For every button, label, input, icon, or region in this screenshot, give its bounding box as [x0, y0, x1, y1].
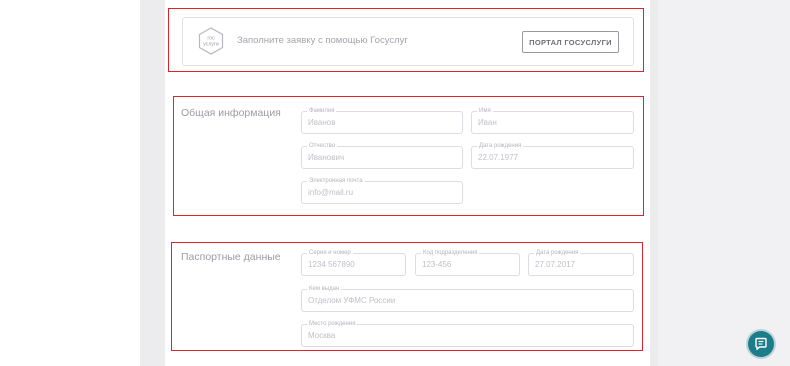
gosuslugi-logo-text-bottom: услуги [203, 42, 219, 48]
passport-title: Паспортные данные [181, 251, 281, 263]
birth-date-label: Дата рождения [477, 142, 524, 150]
issued-by-placeholder: Отделом УФМС России [308, 296, 396, 305]
division-code-label: Код подразделения [421, 249, 480, 257]
birth-date-field[interactable]: Дата рождения 22.07.1977 [471, 142, 634, 169]
first-name-field[interactable]: Имя Иван [471, 107, 634, 134]
last-name-placeholder: Иванов [308, 118, 336, 127]
patronymic-label: Отчество [307, 142, 338, 150]
left-gutter [140, 0, 165, 366]
issue-date-label: Дата рождения [534, 249, 581, 257]
birth-date-placeholder: 22.07.1977 [478, 153, 519, 162]
series-number-label: Серия и номер [307, 249, 353, 257]
last-name-label: Фамилия [307, 107, 337, 115]
gosuslugi-prompt: Заполните заявку с помощью Госуслуг [237, 35, 408, 46]
gosuslugi-portal-button[interactable]: ПОРТАЛ ГОСУСЛУГИ [522, 31, 619, 53]
gosuslugi-logo-icon: гос услуги [198, 27, 224, 55]
series-number-placeholder: 1234 567890 [308, 260, 355, 269]
general-info-title: Общая информация [181, 107, 281, 119]
series-number-field[interactable]: Серия и номер 1234 567890 [301, 249, 406, 276]
email-placeholder: info@mail.ru [308, 188, 354, 197]
email-label: Электронная почта [307, 177, 365, 185]
division-code-field[interactable]: Код подразделения 123-456 [415, 249, 520, 276]
issued-by-label: Кем выдан [307, 285, 342, 293]
email-field[interactable]: Электронная почта info@mail.ru [301, 177, 463, 204]
issued-by-field[interactable]: Кем выдан Отделом УФМС России [301, 285, 634, 312]
last-name-field[interactable]: Фамилия Иванов [301, 107, 463, 134]
chat-button[interactable] [748, 331, 774, 357]
issue-date-placeholder: 27.07.2017 [535, 260, 576, 269]
first-name-placeholder: Иван [478, 118, 497, 127]
patronymic-field[interactable]: Отчество Иванович [301, 142, 463, 169]
division-code-placeholder: 123-456 [422, 260, 452, 269]
birth-place-field[interactable]: Место рождения Москва [301, 320, 634, 347]
issue-date-field[interactable]: Дата рождения 27.07.2017 [528, 249, 634, 276]
patronymic-placeholder: Иванович [308, 153, 345, 162]
gosuslugi-card: гос услуги Заполните заявку с помощью Го… [182, 17, 634, 66]
chat-icon [755, 337, 767, 350]
birth-place-placeholder: Москва [308, 331, 336, 340]
birth-place-label: Место рождения [307, 320, 358, 328]
left-panel [0, 0, 140, 366]
first-name-label: Имя [477, 107, 493, 115]
right-gutter [650, 0, 658, 366]
